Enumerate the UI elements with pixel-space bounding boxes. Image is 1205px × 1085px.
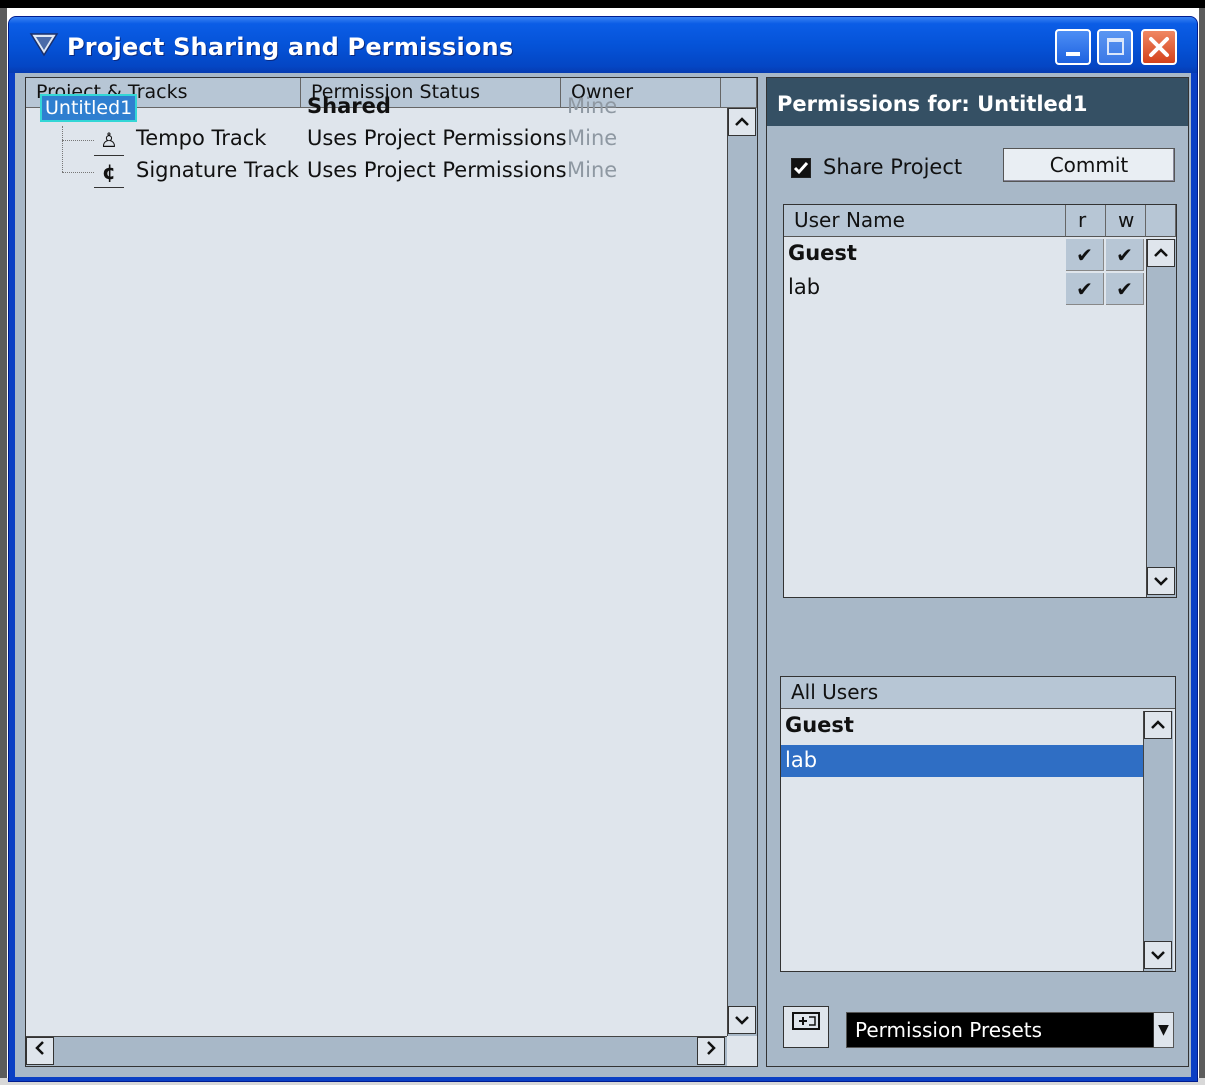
scroll-left-button[interactable] xyxy=(26,1037,54,1065)
minimize-icon xyxy=(1066,52,1080,56)
checkmark-icon xyxy=(792,159,810,177)
chevron-down-icon xyxy=(1154,577,1168,586)
read-permission-lab[interactable]: ✔ xyxy=(1066,273,1104,305)
scroll-down-button[interactable] xyxy=(1147,567,1175,595)
column-header-filler xyxy=(1146,205,1176,237)
write-permission-lab[interactable]: ✔ xyxy=(1106,273,1144,305)
column-header-user-name[interactable]: User Name xyxy=(784,205,1066,237)
desktop-left-strip xyxy=(0,8,7,1085)
track-owner: Mine xyxy=(567,158,618,182)
all-users-list-box: All Users Guest lab xyxy=(780,676,1176,972)
project-owner: Mine xyxy=(567,94,618,118)
metronome-icon: ♙ xyxy=(94,126,124,156)
chevron-left-icon xyxy=(35,1041,44,1055)
all-users-item-lab-selected[interactable]: lab xyxy=(781,745,1143,777)
track-item-signature[interactable]: Signature Track xyxy=(136,158,299,182)
scroll-right-button[interactable] xyxy=(697,1037,725,1065)
all-users-item-guest[interactable]: Guest xyxy=(785,713,854,745)
track-status: Uses Project Permissions xyxy=(307,126,567,150)
chevron-right-icon xyxy=(707,1041,716,1055)
share-project-checkbox[interactable] xyxy=(791,158,811,178)
dropdown-arrow-icon[interactable]: ▼ xyxy=(1153,1013,1173,1047)
column-header-all-users[interactable]: All Users xyxy=(781,677,1175,709)
tree-horizontal-scrollbar[interactable] xyxy=(26,1036,727,1066)
chevron-down-icon xyxy=(1151,951,1165,960)
track-status: Uses Project Permissions xyxy=(307,158,567,182)
all-users-scrollbar[interactable] xyxy=(1143,711,1173,971)
minimize-button[interactable] xyxy=(1055,29,1091,65)
track-owner: Mine xyxy=(567,126,618,150)
scroll-up-button[interactable] xyxy=(728,108,756,136)
scroll-down-button[interactable] xyxy=(1144,941,1172,969)
title-bar[interactable]: Project Sharing and Permissions xyxy=(9,17,1197,73)
maximize-button[interactable] xyxy=(1097,29,1133,65)
chevron-down-icon xyxy=(735,1016,749,1025)
user-row-lab[interactable]: lab xyxy=(788,275,820,307)
track-item-tempo[interactable]: Tempo Track xyxy=(136,126,266,150)
chevron-up-icon xyxy=(735,117,749,126)
scroll-up-button[interactable] xyxy=(1144,711,1172,739)
close-icon xyxy=(1149,37,1169,57)
permissions-header: Permissions for: Untitled1 xyxy=(767,78,1188,126)
desktop-topbar xyxy=(0,0,1205,8)
tree-vertical-scrollbar[interactable] xyxy=(727,108,757,1036)
share-project-label[interactable]: Share Project xyxy=(823,155,962,179)
read-permission-guest[interactable]: ✔ xyxy=(1066,239,1104,271)
commit-button[interactable]: Commit xyxy=(1003,148,1175,182)
project-item-untitled1[interactable]: Untitled1 xyxy=(40,94,138,122)
window-title: Project Sharing and Permissions xyxy=(67,33,514,61)
app-logo-icon xyxy=(29,33,59,57)
permission-presets-label: Permission Presets xyxy=(855,1018,1043,1042)
close-button[interactable] xyxy=(1141,29,1177,65)
column-header-filler xyxy=(721,78,757,108)
permission-presets-dropdown[interactable]: Permission Presets ▼ xyxy=(846,1012,1174,1048)
scroll-up-button[interactable] xyxy=(1147,239,1175,267)
project-tree-panel: Project & Tracks Permission Status Owner… xyxy=(25,77,758,1067)
maximize-icon xyxy=(1107,38,1124,55)
signature-icon: ¢ xyxy=(94,158,124,188)
user-permissions-grid: User Name r w Guest ✔ ✔ lab ✔ ✔ xyxy=(783,204,1177,598)
column-header-read[interactable]: r xyxy=(1066,205,1106,237)
project-status: Shared xyxy=(307,94,391,118)
tree-connector xyxy=(62,172,94,173)
user-grid-scrollbar[interactable] xyxy=(1146,239,1176,597)
chevron-up-icon xyxy=(1154,248,1168,257)
chevron-up-icon xyxy=(1151,720,1165,729)
desktop-right-strip xyxy=(1199,8,1205,1085)
scroll-down-button[interactable] xyxy=(728,1006,756,1034)
user-row-guest[interactable]: Guest xyxy=(788,241,857,273)
column-header-write[interactable]: w xyxy=(1106,205,1146,237)
tree-connector xyxy=(62,126,63,172)
write-permission-guest[interactable]: ✔ xyxy=(1106,239,1144,271)
save-preset-button[interactable] xyxy=(783,1006,829,1048)
tree-connector xyxy=(62,140,94,141)
preset-store-icon xyxy=(792,1012,820,1030)
